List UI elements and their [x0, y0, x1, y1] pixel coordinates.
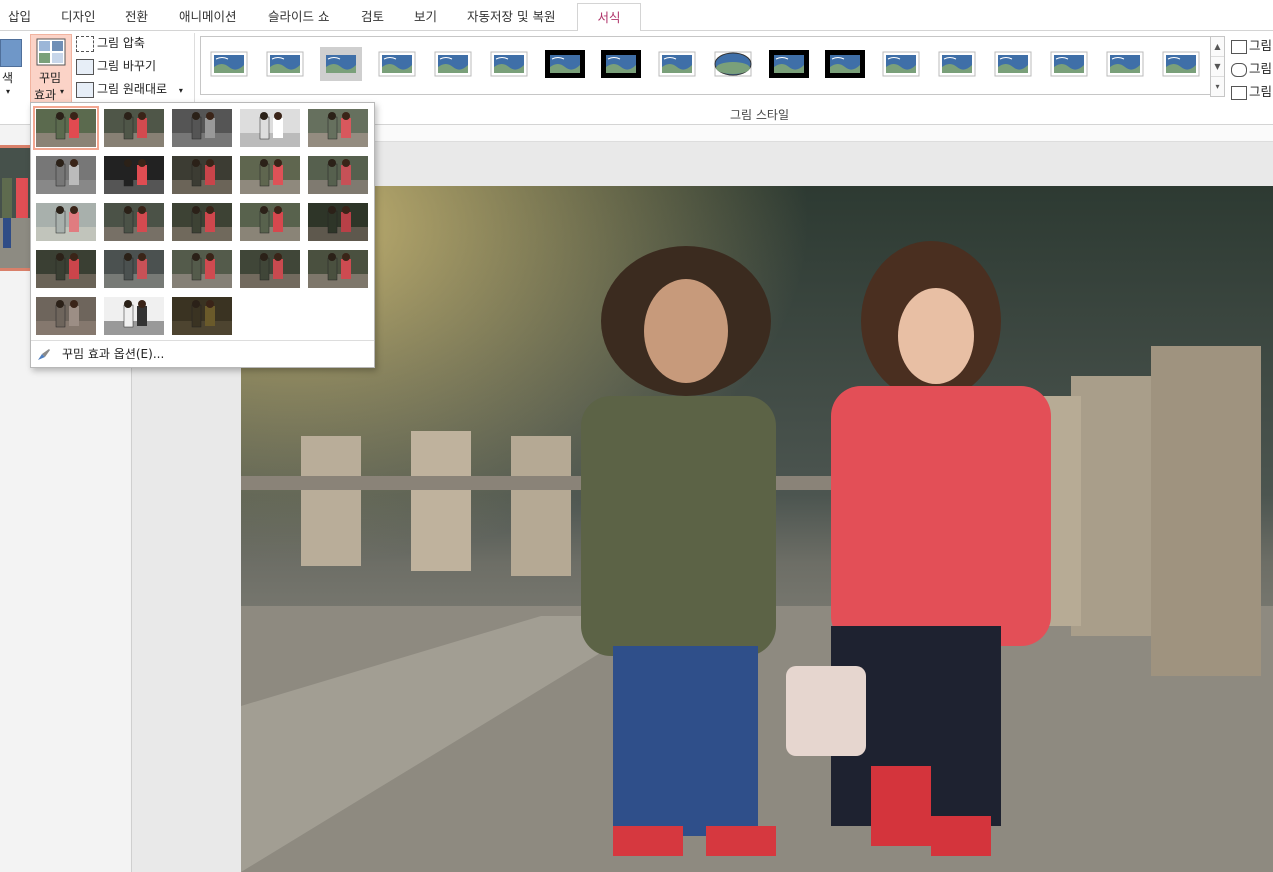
artistic-effect-option[interactable] [240, 156, 300, 194]
artistic-effect-option[interactable] [308, 109, 368, 147]
slide-thumbnail-image [0, 148, 30, 268]
artistic-effect-option[interactable] [308, 156, 368, 194]
picture-style-option[interactable] [824, 47, 866, 81]
artistic-effect-option[interactable] [172, 156, 232, 194]
gallery-more-icon[interactable]: ▾ [1211, 77, 1224, 96]
artistic-effects-options-item[interactable]: 꾸밈 효과 옵션(E)... [36, 344, 164, 364]
artistic-effects-options-label: 꾸밈 효과 옵션(E)... [62, 347, 165, 361]
picture-style-option[interactable] [1048, 47, 1090, 81]
artistic-effect-option[interactable] [172, 297, 232, 335]
pen-icon [1231, 39, 1247, 54]
chevron-down-icon: ▾ [6, 87, 11, 96]
picture-style-option[interactable] [208, 47, 250, 81]
change-picture-label: 그림 바꾸기 [97, 59, 157, 73]
picture-style-option[interactable] [544, 47, 586, 81]
artistic-effect-option[interactable] [172, 203, 232, 241]
change-picture-icon [76, 58, 94, 75]
brush-icon [36, 348, 52, 362]
picture-styles-gallery [200, 36, 1211, 95]
tab-animations[interactable]: 애니메이션 [179, 0, 237, 30]
compress-label: 그림 압축 [97, 36, 145, 50]
artistic-effect-option[interactable] [104, 109, 164, 147]
artistic-effect-option[interactable] [240, 203, 300, 241]
gallery-scroller[interactable]: ▲ ▼ ▾ [1210, 36, 1225, 97]
artistic-effect-option[interactable] [104, 203, 164, 241]
tab-review[interactable]: 검토 [361, 0, 384, 30]
picture-style-option[interactable] [768, 47, 810, 81]
tab-transitions[interactable]: 전환 [125, 0, 148, 30]
photo-image [241, 186, 1273, 872]
tab-design[interactable]: 디자인 [61, 0, 96, 30]
picture-style-option[interactable] [1160, 47, 1202, 81]
tab-format[interactable]: 서식 [577, 3, 641, 32]
artistic-effect-option[interactable] [36, 156, 96, 194]
artistic-effect-option[interactable] [104, 297, 164, 335]
artistic-effect-option[interactable] [308, 203, 368, 241]
artistic-effect-option[interactable] [172, 250, 232, 288]
compress-pictures-button[interactable]: 그림 압축 [76, 33, 145, 53]
artistic-effects-dropdown: 꾸밈 효과 옵션(E)... [30, 102, 375, 368]
picture-border-label: 그림 [1249, 38, 1273, 53]
artistic-effects-label: 꾸밈 [39, 71, 62, 85]
artistic-effect-option[interactable] [33, 106, 99, 150]
tab-autosave-restore[interactable]: 자동저장 및 복원 [467, 0, 555, 30]
tab-insert[interactable]: 삽입 [8, 0, 31, 30]
slide-thumbnail[interactable] [0, 145, 30, 271]
artistic-effect-option[interactable] [36, 297, 96, 335]
artistic-effects-button[interactable]: 꾸밈 효과 ▾ [30, 34, 72, 104]
gallery-up-icon[interactable]: ▲ [1211, 37, 1224, 57]
picture-style-option[interactable] [264, 47, 306, 81]
picture-styles-group-label: 그림 스타일 [730, 108, 790, 122]
artistic-effect-option[interactable] [36, 250, 96, 288]
color-button[interactable]: 색 ▾ [0, 37, 24, 103]
tab-slide-show[interactable]: 슬라이드 쇼 [268, 0, 329, 30]
artistic-effect-option[interactable] [172, 109, 232, 147]
picture-style-option[interactable] [320, 47, 362, 81]
picture-style-option[interactable] [432, 47, 474, 81]
artistic-effects-label-2: 효과 [34, 88, 57, 102]
effects-icon [1231, 62, 1247, 77]
artistic-effects-icon [36, 38, 66, 66]
picture-style-option[interactable] [712, 47, 754, 81]
artistic-effect-option[interactable] [308, 250, 368, 288]
picture-border-button[interactable]: 그림 [1231, 35, 1272, 54]
picture-style-option[interactable] [488, 47, 530, 81]
color-icon [0, 39, 22, 67]
picture-effects-label: 그림 [1249, 61, 1273, 76]
picture-style-option[interactable] [880, 47, 922, 81]
tab-view[interactable]: 보기 [414, 0, 437, 30]
artistic-effect-option[interactable] [36, 203, 96, 241]
picture-layout-label: 그림 [1249, 84, 1273, 99]
artistic-effect-option[interactable] [240, 109, 300, 147]
artistic-effect-option[interactable] [240, 250, 300, 288]
reset-picture-icon [76, 81, 94, 98]
menu-separator [31, 340, 374, 341]
chevron-down-icon[interactable]: ▾ [179, 86, 183, 95]
picture-style-option[interactable] [600, 47, 642, 81]
picture-style-option[interactable] [376, 47, 418, 81]
reset-picture-label: 그림 원래대로 [97, 82, 168, 96]
picture-effects-button[interactable]: 그림 [1231, 58, 1272, 77]
reset-picture-button[interactable]: 그림 원래대로 ▾ [76, 79, 183, 99]
color-label: 색 [2, 71, 14, 85]
change-picture-button[interactable]: 그림 바꾸기 [76, 56, 156, 76]
artistic-effect-option[interactable] [104, 250, 164, 288]
picture-style-option[interactable] [656, 47, 698, 81]
chevron-down-icon: ▾ [60, 87, 65, 96]
picture-layout-button[interactable]: 그림 [1231, 81, 1272, 100]
slide-photo[interactable] [241, 186, 1273, 872]
artistic-effect-option[interactable] [104, 156, 164, 194]
compress-icon [76, 35, 94, 52]
picture-style-option[interactable] [1104, 47, 1146, 81]
ribbon-tab-bar: 삽입 디자인 전환 애니메이션 슬라이드 쇼 검토 보기 자동저장 및 복원 서… [0, 0, 1273, 32]
picture-style-option[interactable] [992, 47, 1034, 81]
picture-style-option[interactable] [936, 47, 978, 81]
layout-icon [1231, 85, 1247, 100]
gallery-down-icon[interactable]: ▼ [1211, 57, 1224, 77]
